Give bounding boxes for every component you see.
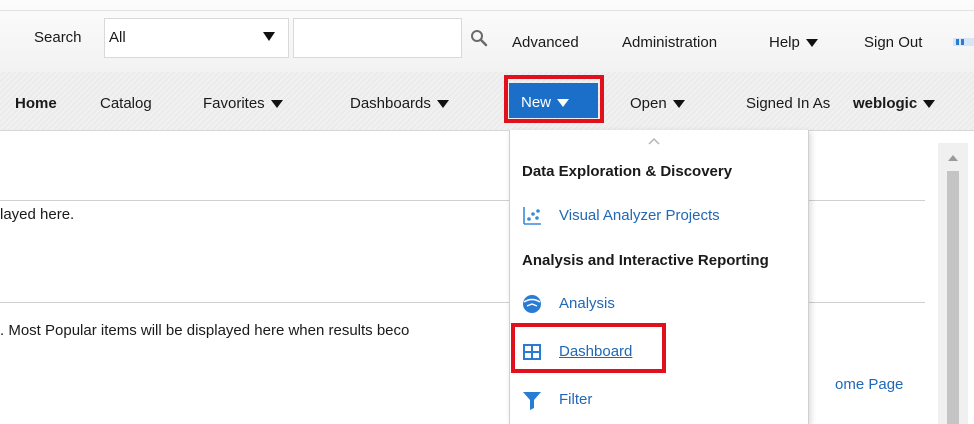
chevron-down-icon bbox=[672, 100, 685, 109]
chevron-down-icon bbox=[263, 32, 275, 41]
menu-item-analysis[interactable]: Analysis bbox=[518, 290, 798, 318]
menu-item-label: Visual Analyzer Projects bbox=[559, 207, 720, 224]
sign-out-link[interactable]: Sign Out bbox=[864, 34, 922, 51]
username: weblogic bbox=[853, 95, 918, 112]
menu-item-label: Analysis bbox=[559, 295, 615, 312]
scroll-up-arrow-icon[interactable] bbox=[948, 155, 958, 161]
nav-dashboards[interactable]: Dashboards bbox=[350, 95, 449, 112]
chevron-down-icon bbox=[270, 100, 283, 109]
vertical-scrollbar[interactable] bbox=[938, 143, 968, 424]
header-divider bbox=[0, 10, 974, 11]
nav-open[interactable]: Open bbox=[630, 95, 685, 112]
favorites-label: Favorites bbox=[203, 95, 265, 112]
recent-empty-text: layed here. bbox=[0, 206, 75, 223]
nav-home[interactable]: Home bbox=[15, 95, 57, 112]
chevron-down-icon bbox=[923, 100, 936, 109]
search-label: Search bbox=[34, 29, 82, 46]
dashboard-item-highlight bbox=[511, 323, 666, 373]
user-menu-icon[interactable] bbox=[953, 36, 974, 48]
home-page-link[interactable]: ome Page bbox=[835, 376, 903, 393]
menu-section-heading: Data Exploration & Discovery bbox=[522, 163, 733, 180]
menu-item-visual-analyzer-projects[interactable]: Visual Analyzer Projects bbox=[518, 202, 798, 230]
user-menu[interactable]: weblogic bbox=[853, 95, 936, 112]
search-scope-value: All bbox=[109, 29, 126, 46]
filter-icon bbox=[523, 392, 541, 410]
chevron-down-icon bbox=[805, 39, 818, 48]
help-menu[interactable]: Help bbox=[769, 34, 818, 51]
menu-item-filter[interactable]: Filter bbox=[518, 386, 798, 414]
menu-item-label: Filter bbox=[559, 391, 593, 408]
search-input[interactable] bbox=[293, 18, 462, 58]
scroll-thumb[interactable] bbox=[947, 171, 959, 424]
visual-analyzer-icon bbox=[523, 207, 541, 225]
new-dropdown-menu: Data Exploration & Discovery Visual Anal… bbox=[509, 130, 809, 424]
nav-catalog[interactable]: Catalog bbox=[100, 95, 152, 112]
menu-section-heading: Analysis and Interactive Reporting bbox=[522, 252, 769, 269]
help-label: Help bbox=[769, 34, 800, 51]
new-button-highlight bbox=[504, 75, 604, 123]
search-scope-select[interactable]: All bbox=[104, 18, 289, 58]
chevron-down-icon bbox=[436, 100, 449, 109]
analysis-icon bbox=[523, 295, 541, 313]
dashboards-label: Dashboards bbox=[350, 95, 431, 112]
search-icon[interactable] bbox=[470, 29, 488, 47]
menu-scroll-up-icon[interactable] bbox=[648, 137, 660, 145]
advanced-link[interactable]: Advanced bbox=[512, 34, 579, 51]
administration-link[interactable]: Administration bbox=[622, 34, 717, 51]
open-label: Open bbox=[630, 95, 667, 112]
most-popular-empty-text: . Most Popular items will be displayed h… bbox=[0, 322, 410, 339]
signed-in-label: Signed In As bbox=[746, 95, 831, 112]
nav-favorites[interactable]: Favorites bbox=[203, 95, 283, 112]
